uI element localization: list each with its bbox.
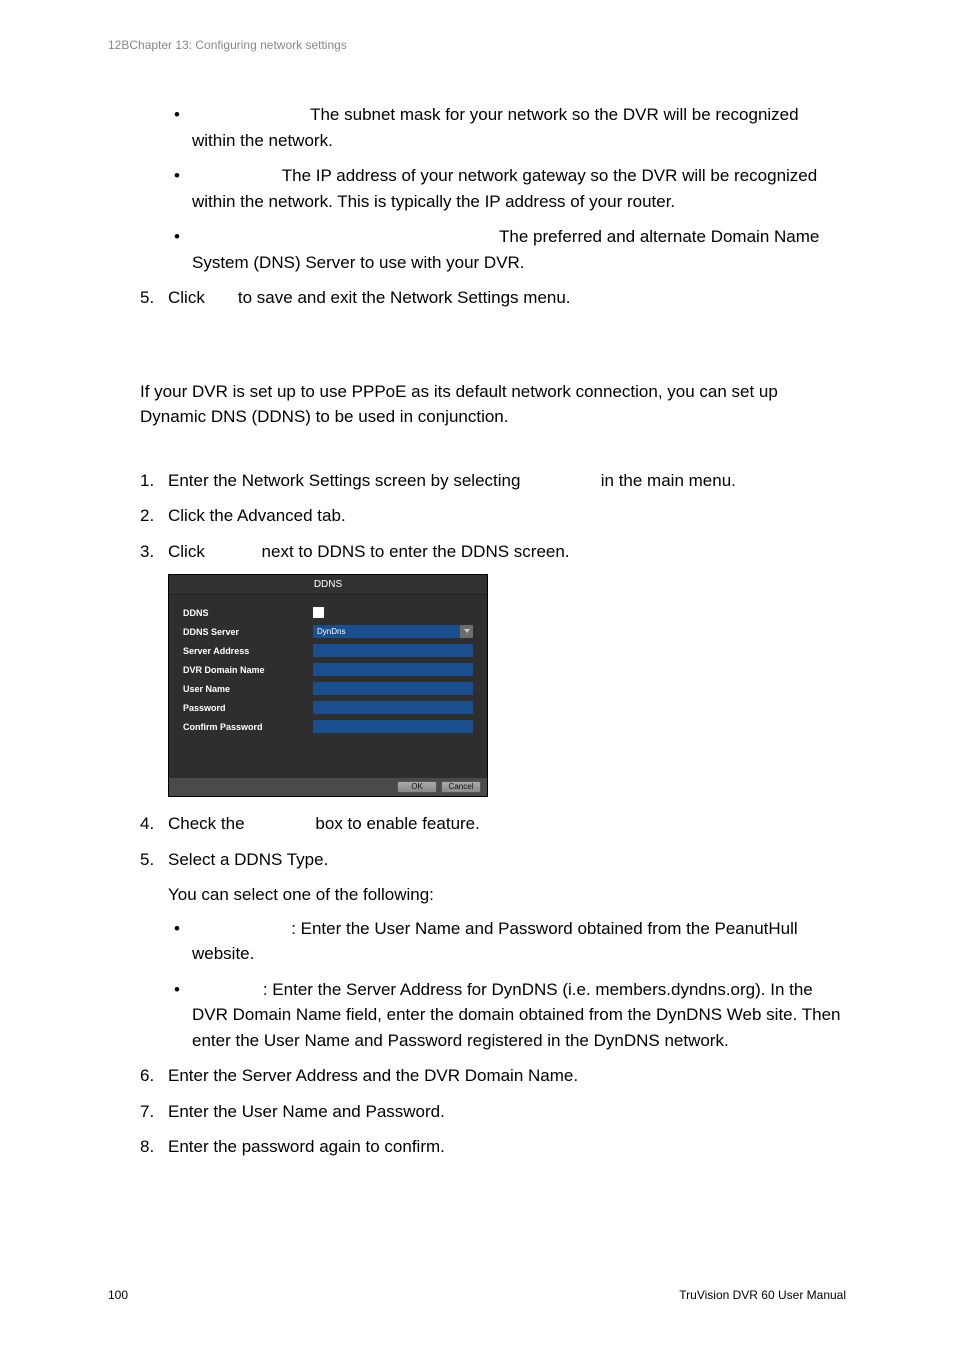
cancel-button[interactable]: Cancel — [441, 781, 481, 793]
intro-paragraph: If your DVR is set up to use PPPoE as it… — [140, 379, 846, 430]
step-text: next to DDNS to enter the DDNS screen. — [262, 542, 570, 561]
page-header: 12BChapter 13: Configuring network setti… — [108, 38, 846, 52]
step-text: Click the Advanced tab. — [168, 503, 846, 529]
ddns-label: DDNS Server — [183, 627, 313, 637]
step-5-subtext: You can select one of the following: — [168, 882, 846, 908]
ddns-label: DDNS — [183, 608, 313, 618]
ddns-row-password: Password — [183, 700, 473, 715]
page-number: 100 — [108, 1288, 128, 1302]
step-text: to save and exit the Network Settings me… — [238, 288, 571, 307]
ddns-row-server: DDNS Server DynDns — [183, 624, 473, 639]
server-address-input[interactable] — [313, 644, 473, 657]
bullet-text: The preferred and alternate Domain Name … — [192, 227, 819, 272]
step-text: Click — [168, 288, 205, 307]
ddns-label: User Name — [183, 684, 313, 694]
step-7: 7. Enter the User Name and Password. — [140, 1099, 846, 1125]
step-5: 5. Click to save and exit the Network Se… — [140, 285, 846, 311]
step-3: 3. Click next to DDNS to enter the DDNS … — [140, 539, 846, 565]
step-text: in the main menu. — [601, 471, 736, 490]
confirm-password-input[interactable] — [313, 720, 473, 733]
ddns-server-select[interactable]: DynDns — [313, 625, 473, 638]
step-8: 8. Enter the password again to confirm. — [140, 1134, 846, 1160]
bullet-subnet: • The subnet mask for your network so th… — [168, 102, 846, 153]
domain-name-input[interactable] — [313, 663, 473, 676]
ddns-dialog-title: DDNS — [169, 575, 487, 595]
ok-button[interactable]: OK — [397, 781, 437, 793]
ddns-label: Confirm Password — [183, 722, 313, 732]
password-input[interactable] — [313, 701, 473, 714]
step-text: Enter the User Name and Password. — [168, 1099, 846, 1125]
step-text: Enter the Network Settings screen by sel… — [168, 471, 520, 490]
step-2: 2. Click the Advanced tab. — [140, 503, 846, 529]
username-input[interactable] — [313, 682, 473, 695]
bullet-text: : Enter the Server Address for DynDNS (i… — [192, 980, 841, 1050]
step-6: 6. Enter the Server Address and the DVR … — [140, 1063, 846, 1089]
bullet-text: The subnet mask for your network so the … — [192, 105, 799, 150]
ddns-dialog: DDNS DDNS DDNS Server DynDns Server Addr… — [168, 574, 488, 797]
bullet-text: : Enter the User Name and Password obtai… — [192, 919, 798, 964]
bullet-dns: • The preferred and alternate Domain Nam… — [168, 224, 846, 275]
step-text: Enter the password again to confirm. — [168, 1134, 846, 1160]
ddns-checkbox[interactable] — [313, 607, 324, 618]
step-1: 1. Enter the Network Settings screen by … — [140, 468, 846, 494]
ddns-row-domain: DVR Domain Name — [183, 662, 473, 677]
main-content: • The subnet mask for your network so th… — [108, 102, 846, 1160]
step-text: Select a DDNS Type. — [168, 847, 846, 873]
chevron-down-icon[interactable] — [459, 625, 473, 638]
ddns-label: Password — [183, 703, 313, 713]
ddns-select-value: DynDns — [317, 627, 345, 636]
ddns-dialog-footer: OK Cancel — [169, 778, 487, 796]
bullet-peanuthull: • : Enter the User Name and Password obt… — [168, 916, 846, 967]
ddns-label: Server Address — [183, 646, 313, 656]
step-4: 4. Check the box to enable feature. — [140, 811, 846, 837]
step-text: box to enable feature. — [315, 814, 479, 833]
ddns-label: DVR Domain Name — [183, 665, 313, 675]
step-text: Click — [168, 542, 205, 561]
bullet-dyndns: • : Enter the Server Address for DynDNS … — [168, 977, 846, 1054]
page-footer: 100 TruVision DVR 60 User Manual — [108, 1288, 846, 1302]
ddns-row-enable: DDNS — [183, 605, 473, 620]
ddns-row-address: Server Address — [183, 643, 473, 658]
manual-title: TruVision DVR 60 User Manual — [679, 1288, 846, 1302]
bullet-text: The IP address of your network gateway s… — [192, 166, 817, 211]
step-5b: 5. Select a DDNS Type. — [140, 847, 846, 873]
step-text: Check the — [168, 814, 245, 833]
ddns-row-user: User Name — [183, 681, 473, 696]
ddns-row-confirm: Confirm Password — [183, 719, 473, 734]
step-text: Enter the Server Address and the DVR Dom… — [168, 1063, 846, 1089]
bullet-gateway: • The IP address of your network gateway… — [168, 163, 846, 214]
